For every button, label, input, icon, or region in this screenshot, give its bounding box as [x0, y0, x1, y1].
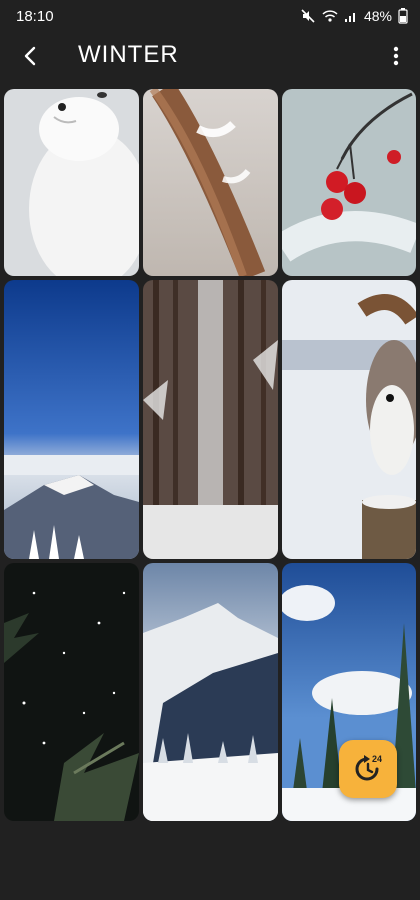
wifi-icon: [322, 10, 338, 22]
auto-change-wallpaper-button[interactable]: 24: [339, 740, 397, 798]
wallpaper-red-berries[interactable]: [282, 89, 416, 276]
app-bar: WINTER: [0, 34, 420, 78]
status-icons: 48%: [300, 8, 408, 24]
status-time: 18:10: [16, 8, 54, 25]
fab-badge: 24: [372, 754, 382, 764]
wallpaper-snowy-forest-path[interactable]: [143, 280, 278, 559]
wallpaper-night-pine-snow[interactable]: [4, 563, 139, 821]
wallpaper-arctic-fox[interactable]: [4, 89, 139, 276]
signal-icon: [344, 13, 355, 22]
more-vert-icon: [393, 46, 399, 66]
battery-percent: 48%: [363, 8, 392, 24]
wallpaper-alpine-valley[interactable]: [143, 563, 278, 821]
back-arrow-icon: [24, 46, 36, 66]
back-button[interactable]: [16, 42, 44, 70]
wallpaper-snowy-mountain-sky[interactable]: [4, 280, 139, 559]
status-bar: 18:10 48%: [0, 0, 420, 34]
wallpaper-squirrel[interactable]: [282, 280, 416, 559]
auto-rotate-24-icon: 24: [355, 754, 382, 781]
wallpaper-snowy-reed[interactable]: [143, 89, 278, 276]
more-options-button[interactable]: [384, 42, 408, 70]
page-title: WINTER: [78, 41, 179, 68]
mute-icon: [301, 9, 315, 23]
battery-icon: [398, 8, 408, 24]
